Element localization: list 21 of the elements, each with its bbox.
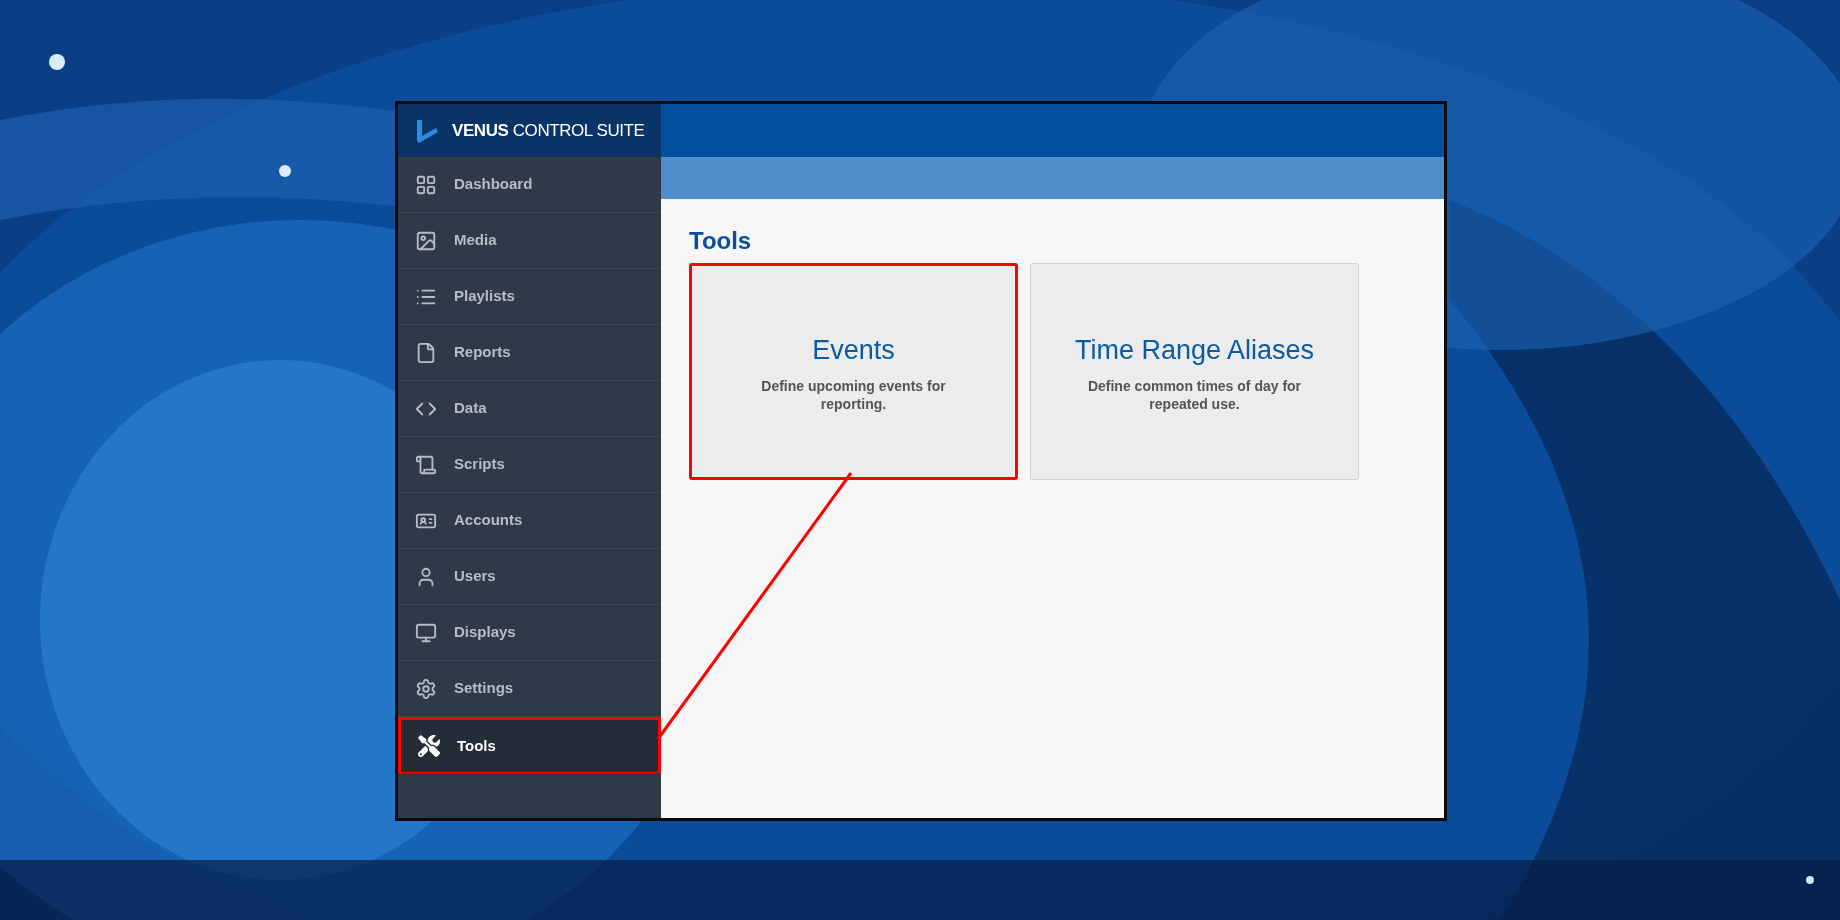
logo-icon xyxy=(414,117,440,144)
tools-icon xyxy=(417,734,441,758)
nav-item[interactable]: Reports xyxy=(398,325,661,381)
card-title: Events xyxy=(812,333,895,367)
card-title: Time Range Aliases xyxy=(1074,333,1315,367)
nav-item[interactable]: Playlists xyxy=(398,269,661,325)
nav-item[interactable]: Accounts xyxy=(398,493,661,549)
nav-item[interactable]: Media xyxy=(398,213,661,269)
nav-item[interactable]: Users xyxy=(398,549,661,605)
card-description: Define upcoming events for reporting. xyxy=(760,378,947,414)
card-description: Define common times of day for repeated use. xyxy=(1086,378,1303,414)
nav-item[interactable]: Data xyxy=(398,381,661,437)
tool-card[interactable]: Time Range Aliases Define common times of day for repeated use. xyxy=(1030,263,1359,480)
nav-item[interactable]: Displays xyxy=(398,605,661,661)
tool-card[interactable]: Events Define upcoming events for reporting. xyxy=(689,263,1018,480)
settings-icon xyxy=(414,676,438,701)
page-title: Tools xyxy=(689,226,753,256)
nav-item[interactable]: Scripts xyxy=(398,437,661,493)
nav-item[interactable]: Tools xyxy=(398,717,661,773)
brand-name: VENUS CONTROL SUITE xyxy=(452,119,645,142)
nav-item[interactable]: Dashboard xyxy=(398,157,661,213)
